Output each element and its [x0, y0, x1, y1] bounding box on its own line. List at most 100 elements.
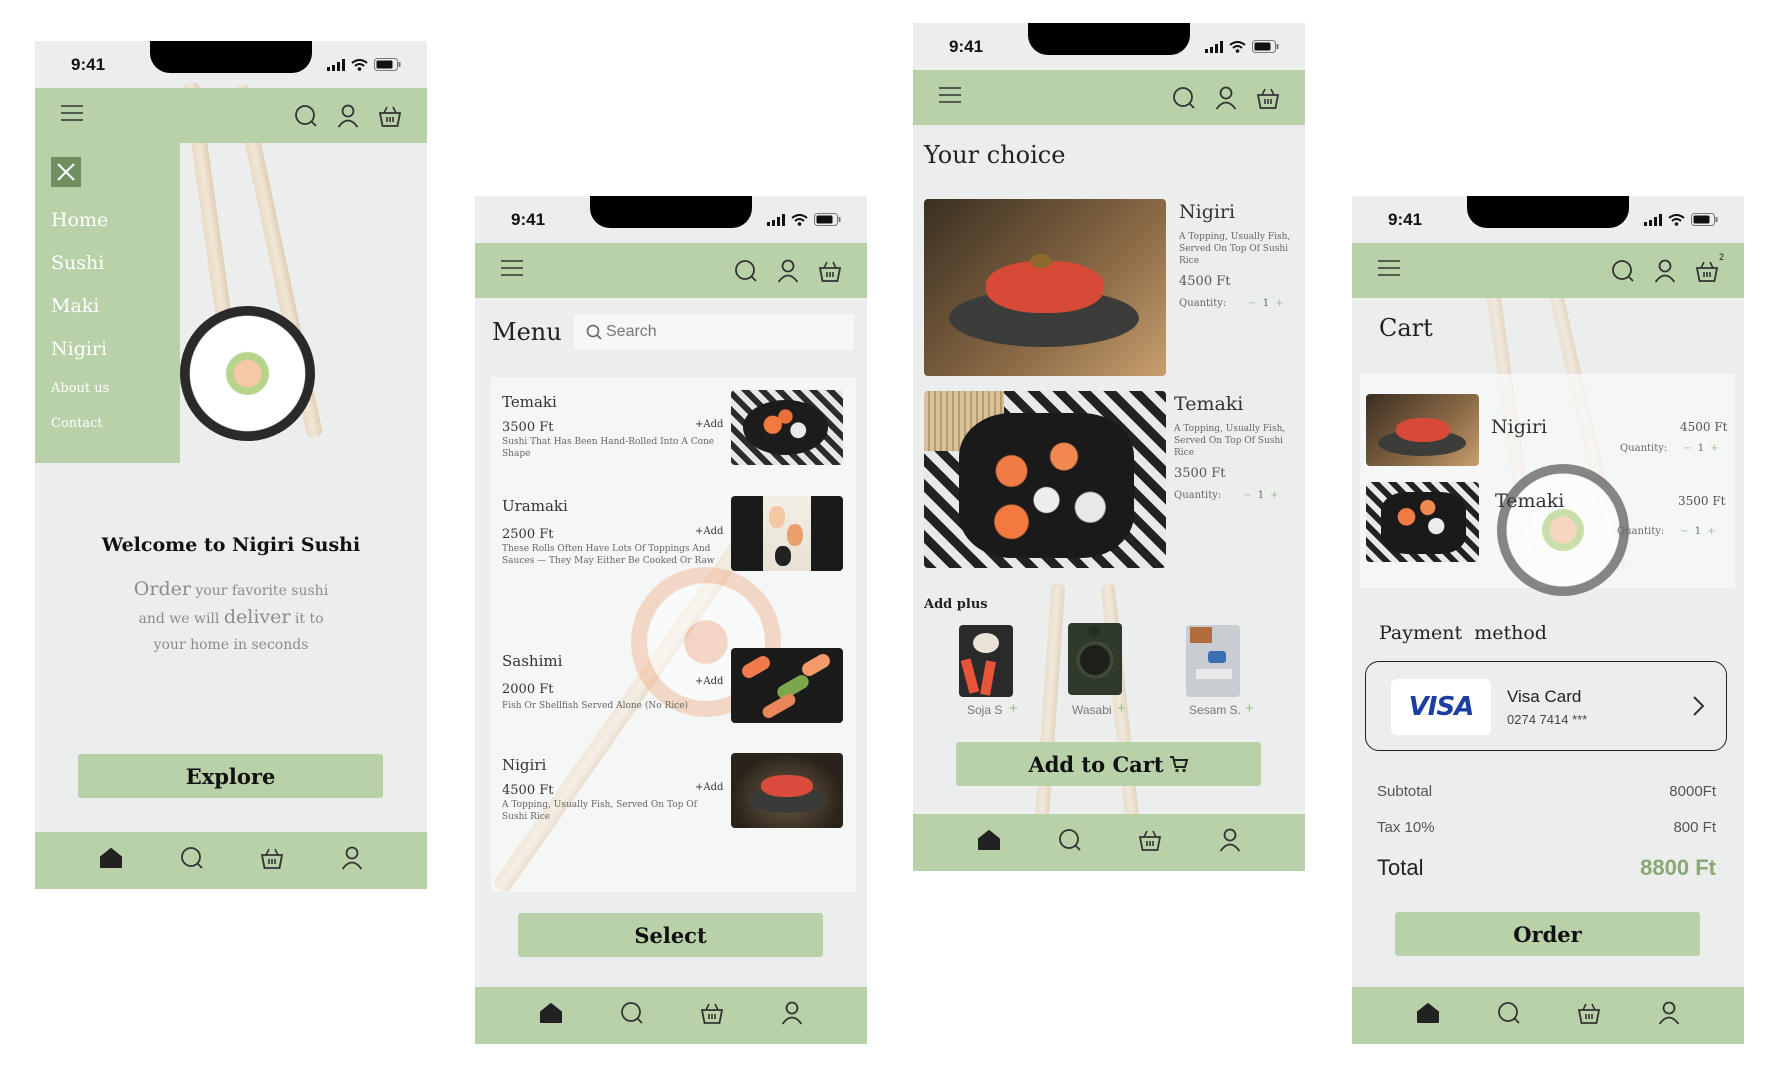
- search-icon: [586, 324, 602, 340]
- basket-icon[interactable]: [377, 103, 403, 129]
- home-icon[interactable]: [539, 1002, 563, 1029]
- plus-icon[interactable]: +: [1707, 526, 1715, 537]
- basket-icon[interactable]: [1255, 85, 1281, 111]
- tax-label: Tax 10%: [1377, 819, 1435, 836]
- search-icon[interactable]: [1497, 1001, 1521, 1030]
- user-icon[interactable]: [1658, 1001, 1680, 1030]
- sesam-sauce-image: [1186, 625, 1240, 697]
- card-number: 0274 7414 ***: [1507, 712, 1588, 727]
- user-icon[interactable]: [1213, 85, 1239, 111]
- search-icon[interactable]: [620, 1001, 644, 1030]
- minus-icon[interactable]: −: [1683, 443, 1691, 454]
- search-icon[interactable]: [733, 258, 759, 284]
- menu-icon[interactable]: [1378, 260, 1400, 281]
- home-icon[interactable]: [1416, 1002, 1440, 1029]
- menu-icon[interactable]: [61, 105, 83, 126]
- menu-item-name: Uramaki: [502, 497, 568, 515]
- side-menu: Home Sushi Maki Nigiri About us Contact: [35, 143, 180, 463]
- side-menu-item-contact[interactable]: Contact: [51, 416, 164, 451]
- tagline-line2a: and we will: [138, 611, 224, 627]
- add-button[interactable]: +Add: [695, 419, 723, 430]
- top-bar: [913, 70, 1305, 125]
- system-icons: [1644, 213, 1718, 226]
- quantity-stepper[interactable]: Quantity: −1 +: [1620, 443, 1724, 454]
- user-icon[interactable]: [781, 1001, 803, 1030]
- battery-icon: [814, 213, 841, 226]
- cart-item-name: Temaki: [1495, 490, 1565, 512]
- add-button[interactable]: +Add: [695, 782, 723, 793]
- tax-value: 800 Ft: [1673, 819, 1716, 836]
- extra-name: Soja S: [967, 703, 1003, 717]
- search-input[interactable]: Search: [574, 314, 854, 350]
- explore-button[interactable]: Explore: [78, 754, 383, 798]
- minus-icon[interactable]: −: [1243, 490, 1251, 501]
- minus-icon[interactable]: −: [1248, 298, 1256, 309]
- basket-icon[interactable]: [1138, 829, 1162, 856]
- signal-icon: [1205, 40, 1223, 53]
- basket-icon[interactable]: [700, 1002, 724, 1029]
- signal-icon: [1644, 213, 1662, 226]
- battery-icon: [374, 58, 401, 71]
- add-button[interactable]: +Add: [695, 676, 723, 687]
- basket-icon[interactable]: [1577, 1002, 1601, 1029]
- user-icon[interactable]: [1219, 828, 1241, 857]
- quantity-stepper[interactable]: Quantity: −1 +: [1617, 526, 1721, 537]
- add-to-cart-label: Add to Cart: [1028, 751, 1164, 777]
- tagline-line2b: it to: [290, 611, 324, 627]
- add-button[interactable]: +Add: [695, 526, 723, 537]
- total-value: 8800 Ft: [1640, 855, 1716, 880]
- sashimi-image: [731, 648, 843, 723]
- wifi-icon: [351, 58, 368, 71]
- user-icon[interactable]: [335, 103, 361, 129]
- system-icons: [1205, 40, 1279, 53]
- temaki-image: [1366, 482, 1479, 562]
- bottom-nav: [35, 832, 427, 889]
- quantity-stepper[interactable]: Quantity: −1 +: [1174, 490, 1284, 501]
- basket-icon[interactable]: [260, 847, 284, 874]
- menu-item-price: 2500 Ft: [502, 527, 554, 542]
- side-menu-item-maki[interactable]: Maki: [51, 295, 164, 338]
- user-icon[interactable]: [341, 846, 363, 875]
- quantity-label: Quantity:: [1617, 526, 1665, 537]
- chevron-right-icon[interactable]: [1692, 695, 1706, 717]
- bottom-nav: [1352, 987, 1744, 1044]
- payment-card-selector[interactable]: VISA Visa Card 0274 7414 ***: [1365, 661, 1727, 751]
- user-icon[interactable]: [775, 258, 801, 284]
- user-icon[interactable]: [1652, 258, 1678, 284]
- menu-item-price: 4500 Ft: [502, 783, 554, 798]
- add-extra-icon[interactable]: +: [1009, 700, 1018, 717]
- notch: [1467, 196, 1629, 228]
- minus-icon[interactable]: −: [1680, 526, 1688, 537]
- close-icon[interactable]: [51, 157, 81, 187]
- wifi-icon: [1229, 40, 1246, 53]
- plus-icon[interactable]: +: [1270, 490, 1278, 501]
- plus-icon[interactable]: +: [1710, 443, 1718, 454]
- add-extra-icon[interactable]: +: [1245, 700, 1254, 717]
- plus-icon[interactable]: +: [1275, 298, 1283, 309]
- quantity-value: 1: [1697, 443, 1705, 454]
- home-icon[interactable]: [977, 829, 1001, 856]
- welcome-title: Welcome to Nigiri Sushi: [101, 534, 361, 556]
- menu-icon[interactable]: [939, 87, 961, 108]
- side-menu-item-nigiri[interactable]: Nigiri: [51, 338, 164, 381]
- search-icon[interactable]: [1610, 258, 1636, 284]
- search-icon[interactable]: [1058, 828, 1082, 857]
- add-extra-icon[interactable]: +: [1117, 700, 1126, 717]
- side-menu-item-home[interactable]: Home: [51, 209, 164, 252]
- select-button[interactable]: Select: [518, 913, 823, 957]
- menu-icon[interactable]: [501, 260, 523, 281]
- system-icons: [767, 213, 841, 226]
- side-menu-item-sushi[interactable]: Sushi: [51, 252, 164, 295]
- search-icon[interactable]: [1171, 85, 1197, 111]
- order-button[interactable]: Order: [1395, 912, 1700, 956]
- search-icon[interactable]: [180, 846, 204, 875]
- soja-sauce-image: [959, 625, 1013, 697]
- basket-icon[interactable]: 2: [1694, 252, 1724, 284]
- home-icon[interactable]: [99, 847, 123, 874]
- quantity-stepper[interactable]: Quantity: −1 +: [1179, 298, 1289, 309]
- basket-icon[interactable]: [817, 258, 843, 284]
- payment-method-title: Payment method: [1379, 622, 1547, 644]
- add-to-cart-button[interactable]: Add to Cart: [956, 742, 1261, 786]
- search-icon[interactable]: [293, 103, 319, 129]
- side-menu-item-about[interactable]: About us: [51, 381, 164, 416]
